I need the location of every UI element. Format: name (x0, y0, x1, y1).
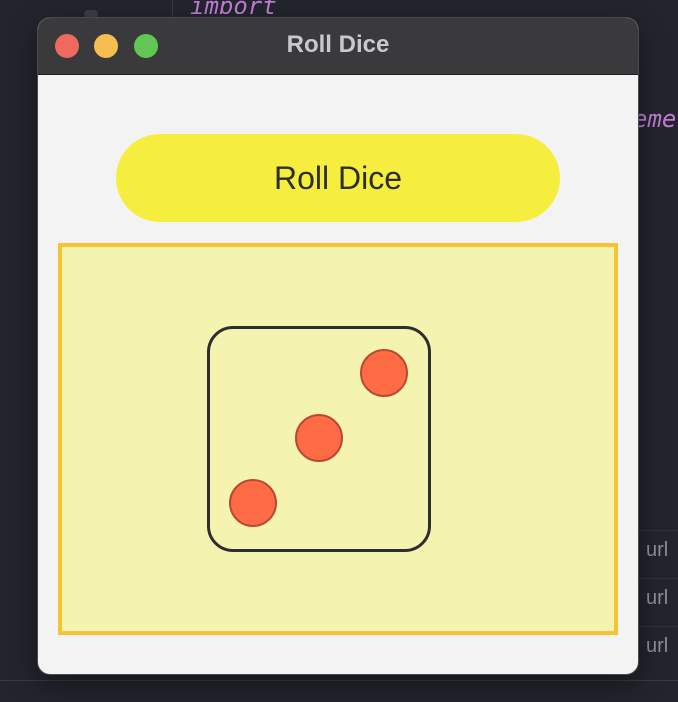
dice-display-area (58, 243, 618, 635)
die-pip (229, 479, 277, 527)
background-url-row: url (636, 578, 678, 616)
background-code-token-right: eme (633, 105, 677, 133)
background-editor-divider (172, 0, 173, 20)
background-editor-marker (84, 10, 98, 18)
window-content: Roll Dice (38, 75, 638, 674)
die-pip (360, 349, 408, 397)
background-url-row: url (636, 530, 678, 568)
roll-dice-button[interactable]: Roll Dice (116, 134, 560, 222)
app-window: Roll Dice Roll Dice (38, 18, 638, 674)
background-url-row: url (636, 626, 678, 664)
background-code-token: import (190, 0, 277, 14)
die-pip (295, 414, 343, 462)
title-bar[interactable]: Roll Dice (38, 18, 638, 75)
window-title: Roll Dice (286, 31, 390, 58)
background-divider (0, 680, 678, 681)
die-face (207, 326, 431, 552)
